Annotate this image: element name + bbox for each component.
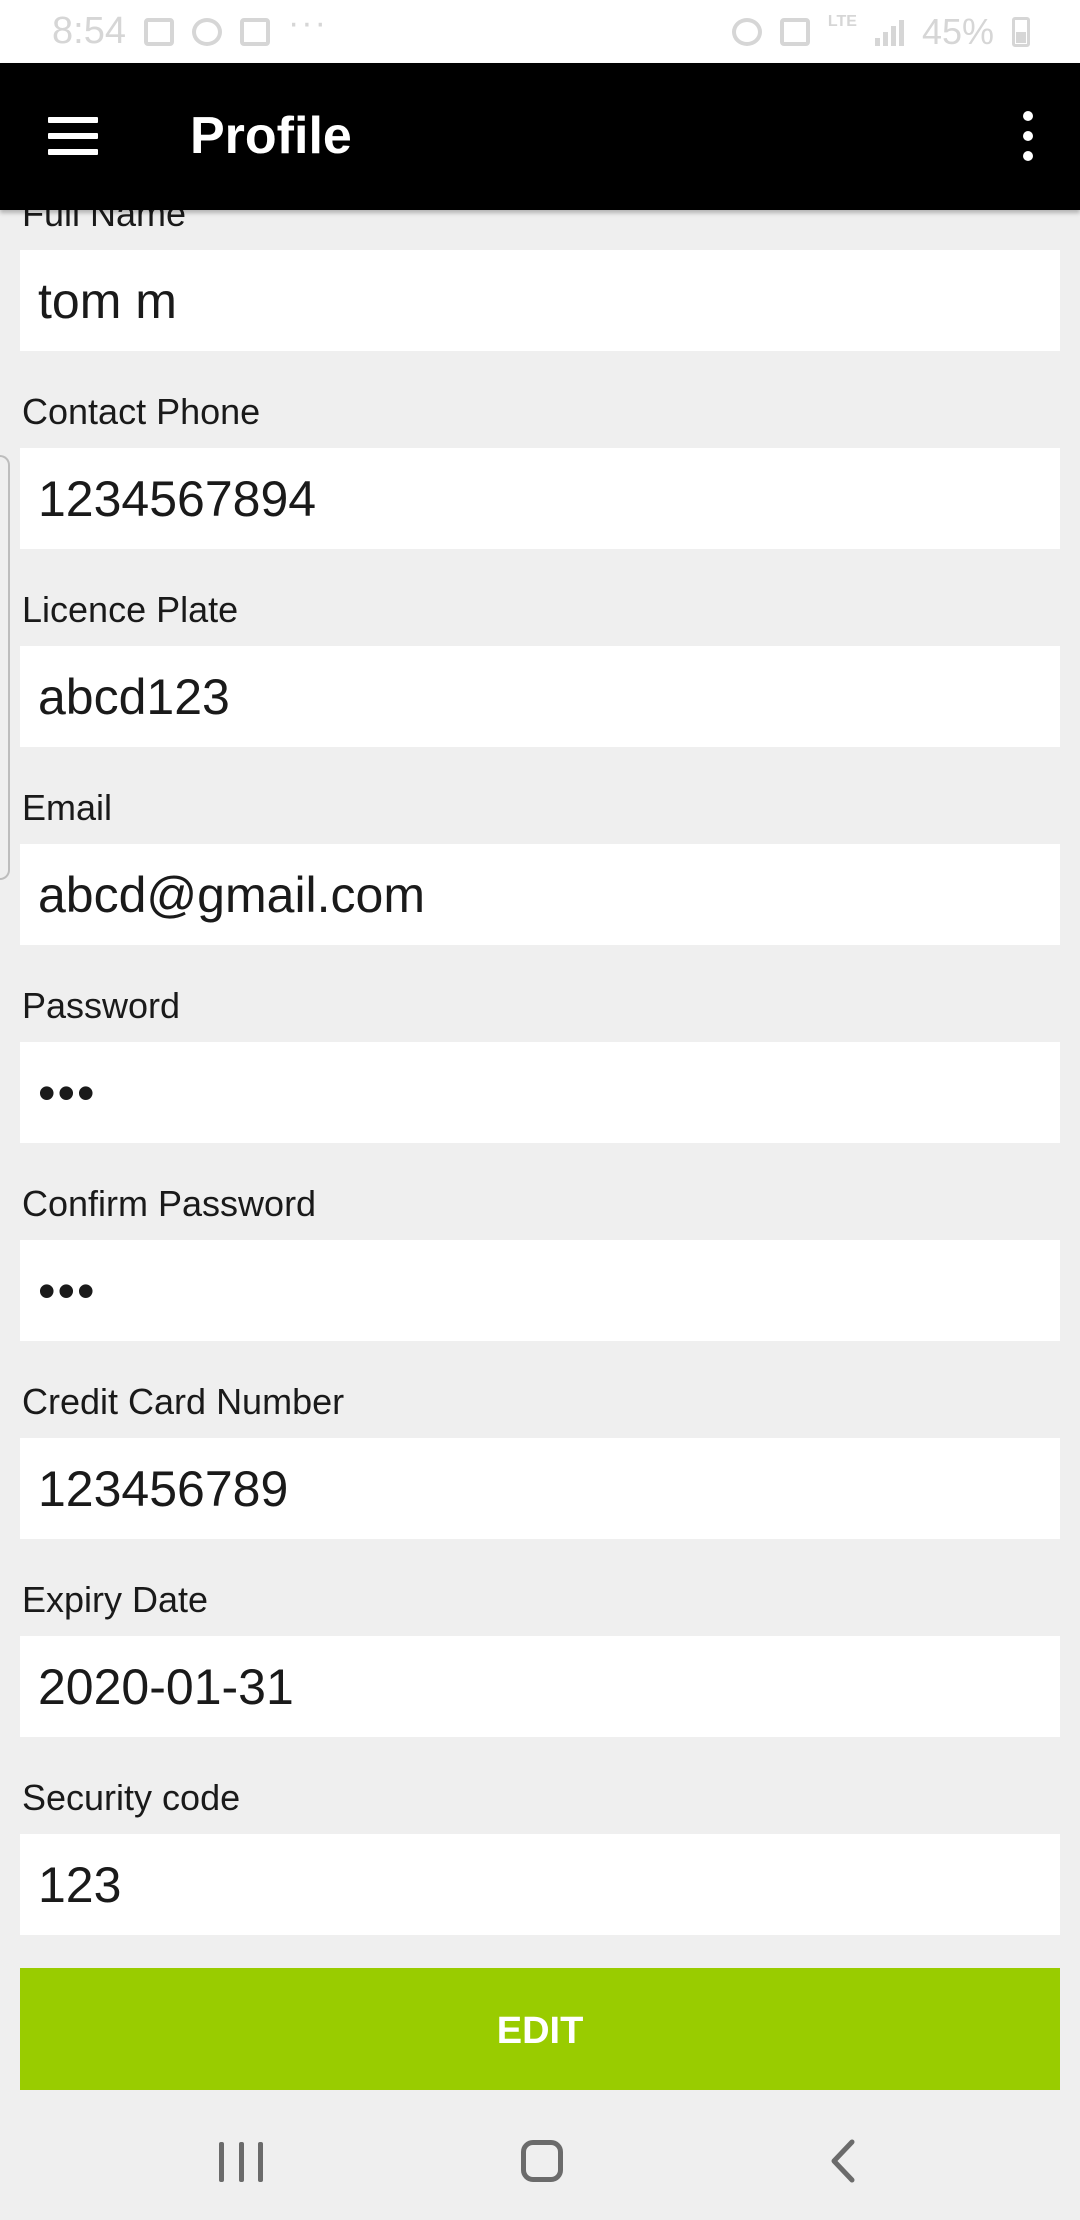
expiry-date-label: Expiry Date [22,1579,209,1620]
page-title: Profile [190,107,352,165]
password-input[interactable] [20,1042,1060,1143]
edit-button[interactable]: EDIT [20,1968,1060,2090]
network-type: LTE [827,12,857,30]
email-label: Email [22,787,113,828]
licence-plate-input[interactable] [20,646,1060,747]
battery-icon [1012,16,1030,47]
menu-icon[interactable] [48,117,98,155]
gallery-icon [143,17,174,46]
back-icon[interactable] [822,2138,868,2184]
edge-panel-handle[interactable] [0,455,10,880]
alarm-icon [731,17,762,46]
full-name-input[interactable] [20,250,1060,351]
status-time: 8:54 [52,10,126,52]
confirm-password-label: Confirm Password [22,1183,317,1224]
expiry-date-input[interactable] [20,1636,1060,1737]
profile-form: Full Name Contact Phone Licence Plate Em… [0,210,1080,2090]
credit-card-label: Credit Card Number [22,1381,345,1422]
security-code-input[interactable] [20,1834,1060,1935]
status-left: 8:54 ··· [52,4,328,53]
app-bar: Profile [0,63,1080,210]
battery-percentage: 45% [921,10,994,52]
status-right: LTE 45% [731,10,1030,53]
signal-icon [874,18,904,46]
more-options-icon[interactable] [1016,111,1040,161]
notification-icon [191,17,222,46]
licence-plate-label: Licence Plate [22,589,239,630]
password-label: Password [22,985,181,1026]
credit-card-input[interactable] [20,1438,1060,1539]
confirm-password-input[interactable] [20,1240,1060,1341]
mail-icon [239,17,270,46]
contact-phone-label: Contact Phone [22,391,261,432]
contact-phone-input[interactable] [20,448,1060,549]
security-code-label: Security code [22,1777,241,1818]
status-bar: 8:54 ··· LTE 45% [0,0,1080,63]
navigation-bar [0,2090,1080,2220]
more-notifications-icon: ··· [287,4,328,42]
home-icon[interactable] [521,2140,563,2182]
email-input[interactable] [20,844,1060,945]
mute-icon [779,17,810,46]
recents-icon[interactable] [219,2142,263,2182]
full-name-label: Full Name [22,210,187,234]
